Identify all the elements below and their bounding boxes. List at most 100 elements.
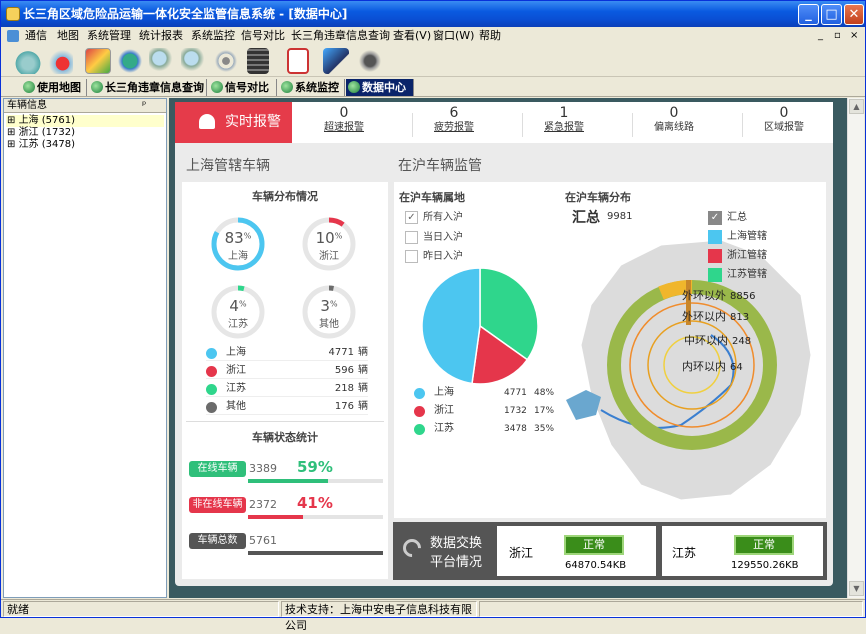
mdi-close-icon[interactable]: × xyxy=(850,27,858,45)
status-count: 2372 xyxy=(249,498,277,511)
report-icon[interactable] xyxy=(287,48,309,74)
node-name: 江苏 xyxy=(672,546,697,560)
legend-pct: 17% xyxy=(534,406,555,416)
vehicle-tree-panel: 车辆信息 ᵖ ⊞ 上海 (5761) ⊞ 浙江 (1732) ⊞ 江苏 (347… xyxy=(3,98,167,598)
pie-legend-row: 浙江 1732 17% xyxy=(414,403,554,419)
tab-system-monitor[interactable]: 系统监控 xyxy=(279,79,345,96)
legend-row: 江苏 218 辆 xyxy=(206,381,368,397)
ring-label: 外环以内 813 xyxy=(682,310,749,325)
legend-dot xyxy=(206,366,217,377)
ring-name: 中环以内 xyxy=(684,334,728,347)
window-title: 长三角区域危险品运输一体化安全监管信息系统 - [数据中心] xyxy=(23,7,348,21)
donut-unit: % xyxy=(329,299,338,309)
legend-count: 596 xyxy=(334,365,354,376)
pin-icon[interactable]: ᵖ xyxy=(142,99,146,113)
disconnect-icon[interactable] xyxy=(47,48,73,74)
filter-today[interactable]: 当日入沪 xyxy=(405,231,463,245)
status-bar-fill xyxy=(248,515,304,519)
tab-label: 数据中心 xyxy=(362,81,406,94)
map-legend-item[interactable]: 江苏管辖 xyxy=(708,268,767,282)
status-badge: 正常 xyxy=(734,535,794,555)
grid-icon[interactable] xyxy=(247,48,269,74)
legend-dot xyxy=(414,406,425,417)
tab-use-map[interactable]: 使用地图 xyxy=(21,79,87,96)
menu-map[interactable]: 地图 xyxy=(57,27,79,45)
pan-icon[interactable] xyxy=(213,48,239,74)
title-bar: 长三角区域危险品运输一体化安全监管信息系统 - [数据中心] _ □ ✕ xyxy=(1,1,865,27)
legend-pct: 48% xyxy=(534,388,555,398)
checkbox-icon[interactable] xyxy=(405,250,418,263)
alarm-label[interactable]: 紧急报警 xyxy=(524,121,604,135)
tab-data-center[interactable]: 数据中心 xyxy=(346,79,414,96)
tree-node-zhejiang[interactable]: ⊞ 浙江 (1732) xyxy=(6,127,164,139)
tab-violations[interactable]: 长三角违章信息查询 xyxy=(89,79,207,96)
vertical-scrollbar[interactable]: ▲ ▼ xyxy=(847,98,864,598)
checkbox-checked-icon: ✓ xyxy=(708,211,722,225)
map-legend-item[interactable]: 浙江管辖 xyxy=(708,249,767,263)
ring-name: 内环以内 xyxy=(682,360,726,373)
legend-count: 1732 xyxy=(504,406,527,416)
zoom-out-icon[interactable] xyxy=(181,48,207,74)
status-badge: 正常 xyxy=(564,535,624,555)
donut-pct: 83 xyxy=(224,229,244,247)
alarm-count: 0 xyxy=(669,105,679,121)
zoom-in-icon[interactable] xyxy=(149,48,175,74)
maximize-button[interactable]: □ xyxy=(821,4,842,25)
filter-label: 昨日入沪 xyxy=(423,251,463,262)
tab-label: 使用地图 xyxy=(37,81,81,94)
menu-signal[interactable]: 信号对比 xyxy=(241,27,285,45)
status-bar-fill xyxy=(248,479,328,483)
mdi-restore-icon[interactable]: ▫ xyxy=(834,27,841,45)
scroll-down-icon[interactable]: ▼ xyxy=(849,581,864,596)
menu-monitor[interactable]: 系统监控 xyxy=(191,27,235,45)
map-legend-item[interactable]: 上海管辖 xyxy=(708,230,767,244)
binoculars-icon[interactable] xyxy=(357,48,383,74)
minimize-button[interactable]: _ xyxy=(798,4,819,25)
checkbox-checked-icon[interactable]: ✓ xyxy=(405,211,418,224)
menu-window[interactable]: 窗口(W) xyxy=(433,27,474,45)
alarm-emergency[interactable]: 1 紧急报警 xyxy=(522,105,604,137)
tab-signal-compare[interactable]: 信号对比 xyxy=(209,79,277,96)
donut-name: 浙江 xyxy=(319,251,339,262)
alarm-label[interactable]: 超速报警 xyxy=(304,121,384,135)
total-label: 汇总 xyxy=(572,210,600,226)
alarm-fatigue[interactable]: 6 疲劳报警 xyxy=(412,105,494,137)
alarm-speeding[interactable]: 0 超速报警 xyxy=(304,105,384,135)
filter-all[interactable]: ✓ 所有入沪 xyxy=(405,211,463,225)
menu-comm[interactable]: 通信 xyxy=(25,27,47,45)
menu-help[interactable]: 帮助 xyxy=(479,27,501,45)
tab-label: 长三角违章信息查询 xyxy=(105,81,204,94)
tree-node-jiangsu[interactable]: ⊞ 江苏 (3478) xyxy=(6,139,164,151)
legend-name: 上海 xyxy=(226,347,246,358)
menu-sysadmin[interactable]: 系统管理 xyxy=(87,27,131,45)
checkbox-icon[interactable] xyxy=(405,231,418,244)
connect-icon[interactable] xyxy=(15,48,41,74)
menu-violations[interactable]: 长三角违章信息查询 xyxy=(291,27,390,45)
alarm-label[interactable]: 疲劳报警 xyxy=(414,121,494,135)
globe-icon[interactable] xyxy=(117,48,143,74)
menu-view[interactable]: 查看(V) xyxy=(393,27,431,45)
filter-label: 当日入沪 xyxy=(423,232,463,243)
bell-icon xyxy=(199,114,215,129)
status-pct: 59% xyxy=(297,458,333,476)
alarm-label: 区域报警 xyxy=(764,122,804,133)
map-icon[interactable] xyxy=(85,48,111,74)
exchange-title-line1: 数据交换 xyxy=(430,536,483,551)
menu-reports[interactable]: 统计报表 xyxy=(139,27,183,45)
search-user-icon[interactable] xyxy=(323,48,349,74)
mdi-minimize-icon[interactable]: _ xyxy=(818,27,823,45)
legend-count: 176 xyxy=(334,401,354,412)
donut-unit: % xyxy=(238,299,247,309)
pie-slice-上海[interactable] xyxy=(421,267,481,385)
close-button[interactable]: ✕ xyxy=(844,4,864,25)
ring-label: 中环以内 248 xyxy=(684,334,751,349)
alarm-count: 1 xyxy=(559,105,569,121)
filter-yesterday[interactable]: 昨日入沪 xyxy=(405,250,463,264)
doc-icon xyxy=(7,30,19,42)
ring-value: 813 xyxy=(730,312,750,323)
tree-node-shanghai[interactable]: ⊞ 上海 (5761) xyxy=(6,115,164,127)
status-pill: 在线车辆 xyxy=(189,461,246,477)
realtime-alarm[interactable]: 实时报警 xyxy=(175,102,292,143)
map-legend-item[interactable]: ✓ 汇总 xyxy=(708,211,747,225)
scroll-up-icon[interactable]: ▲ xyxy=(849,99,864,114)
